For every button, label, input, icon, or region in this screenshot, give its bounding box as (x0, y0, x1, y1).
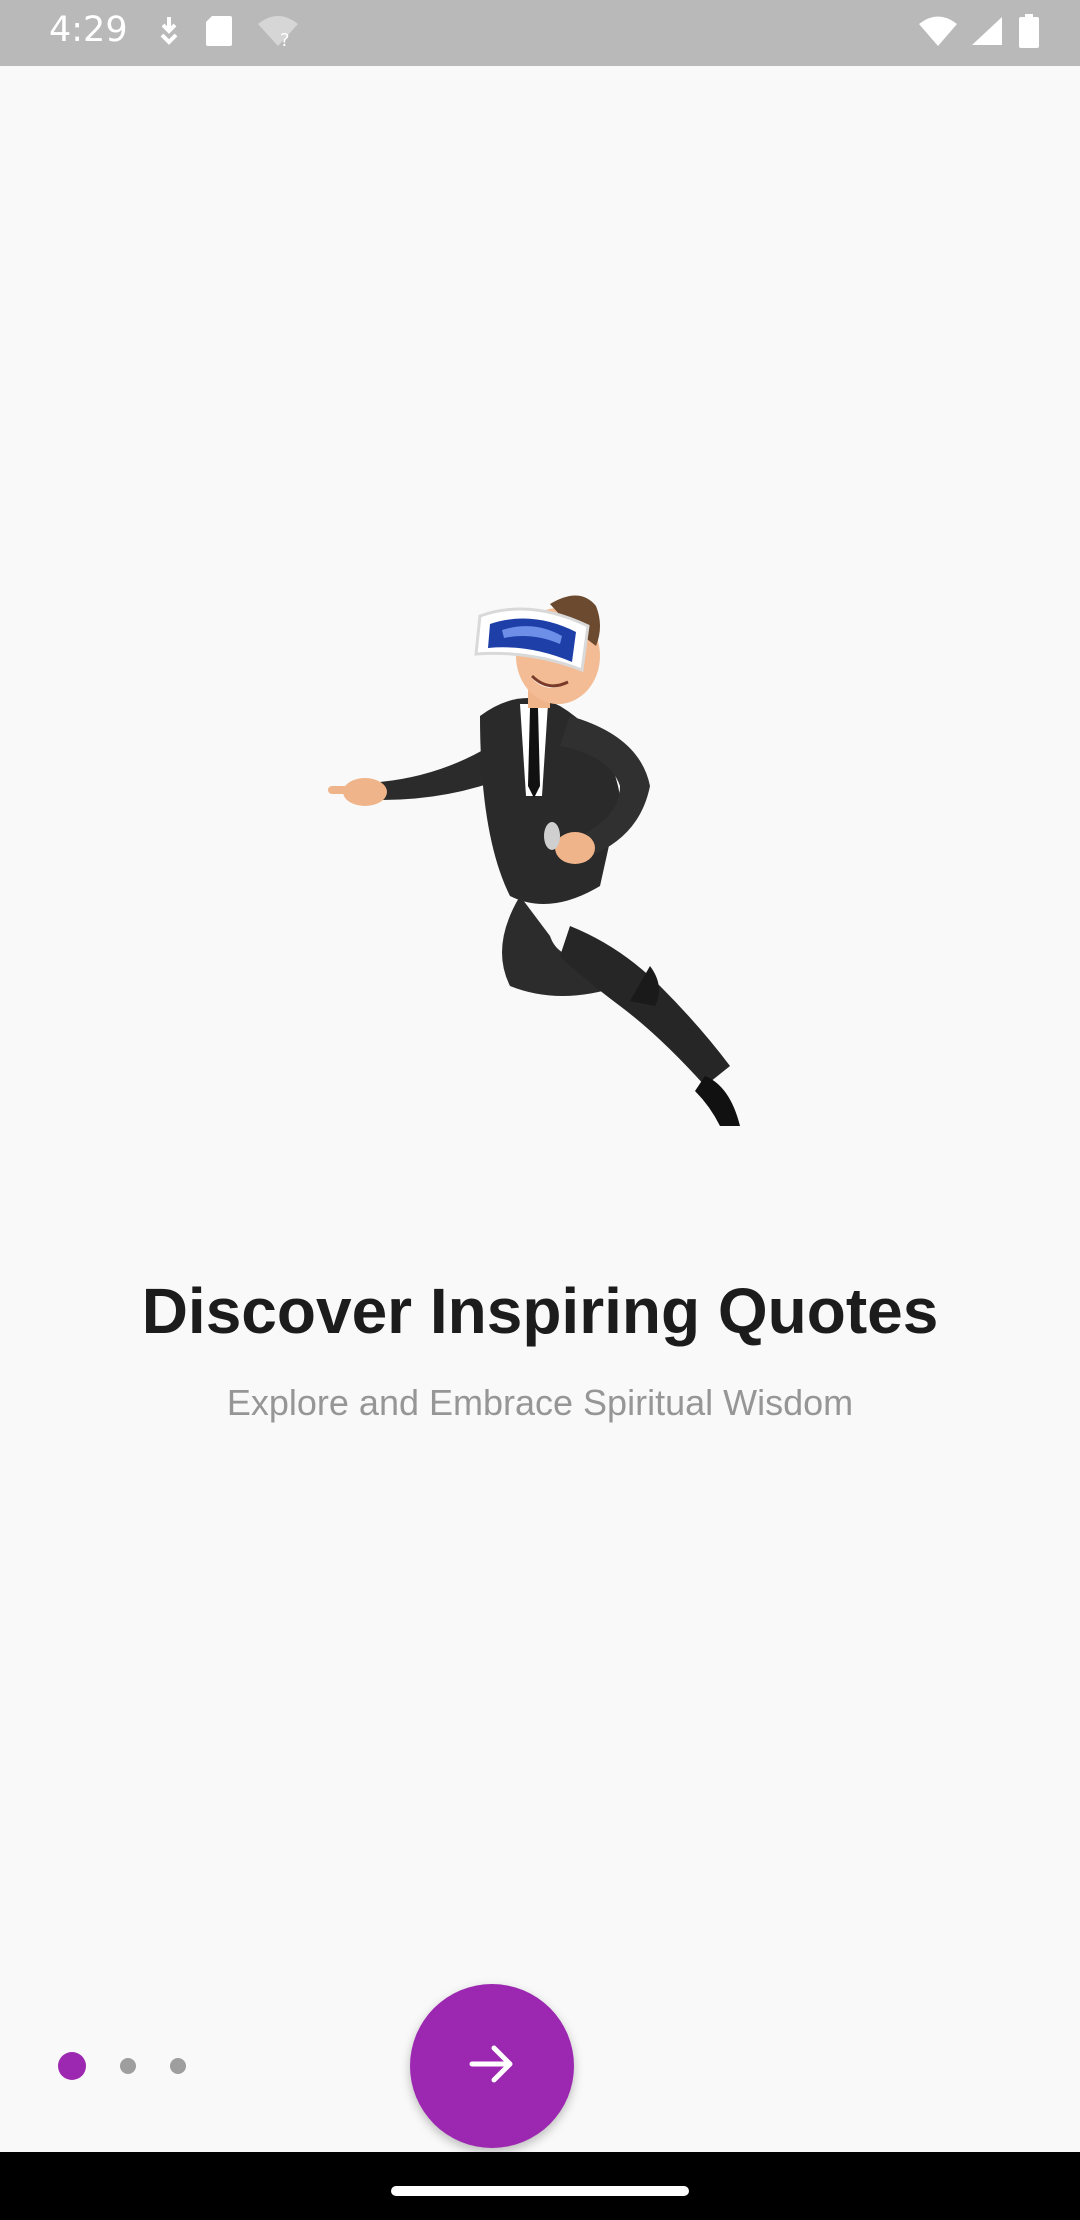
wifi-icon (918, 15, 958, 51)
onboarding-title: Discover Inspiring Quotes (141, 1275, 939, 1347)
page-indicator (58, 2052, 220, 2080)
svg-text:?: ? (280, 30, 290, 48)
page-indicator-dot-3[interactable] (170, 2058, 186, 2074)
businessman-vr-headset-illustration (320, 586, 760, 1186)
next-button[interactable] (410, 1984, 574, 2148)
page-indicator-dot-2[interactable] (120, 2058, 136, 2074)
status-icons-right (918, 13, 1040, 53)
signal-icon (970, 15, 1004, 51)
page-indicator-dot-1[interactable] (58, 2052, 86, 2080)
battery-icon (1018, 13, 1040, 53)
status-icons-left: ? (156, 13, 300, 53)
onboarding-subtitle: Explore and Embrace Spiritual Wisdom (226, 1382, 854, 1423)
navigation-bar (0, 2152, 1080, 2220)
home-indicator[interactable] (391, 2186, 689, 2196)
status-time: 4:29 (49, 10, 128, 50)
onboarding-screen: Discover Inspiring Quotes Explore and Em… (0, 66, 1080, 2152)
status-bar: 4:29 ? (0, 0, 1080, 66)
download-icon (156, 15, 182, 51)
sd-card-icon (204, 14, 234, 52)
wifi-unknown-icon: ? (256, 14, 300, 52)
arrow-right-icon (466, 2038, 518, 2094)
